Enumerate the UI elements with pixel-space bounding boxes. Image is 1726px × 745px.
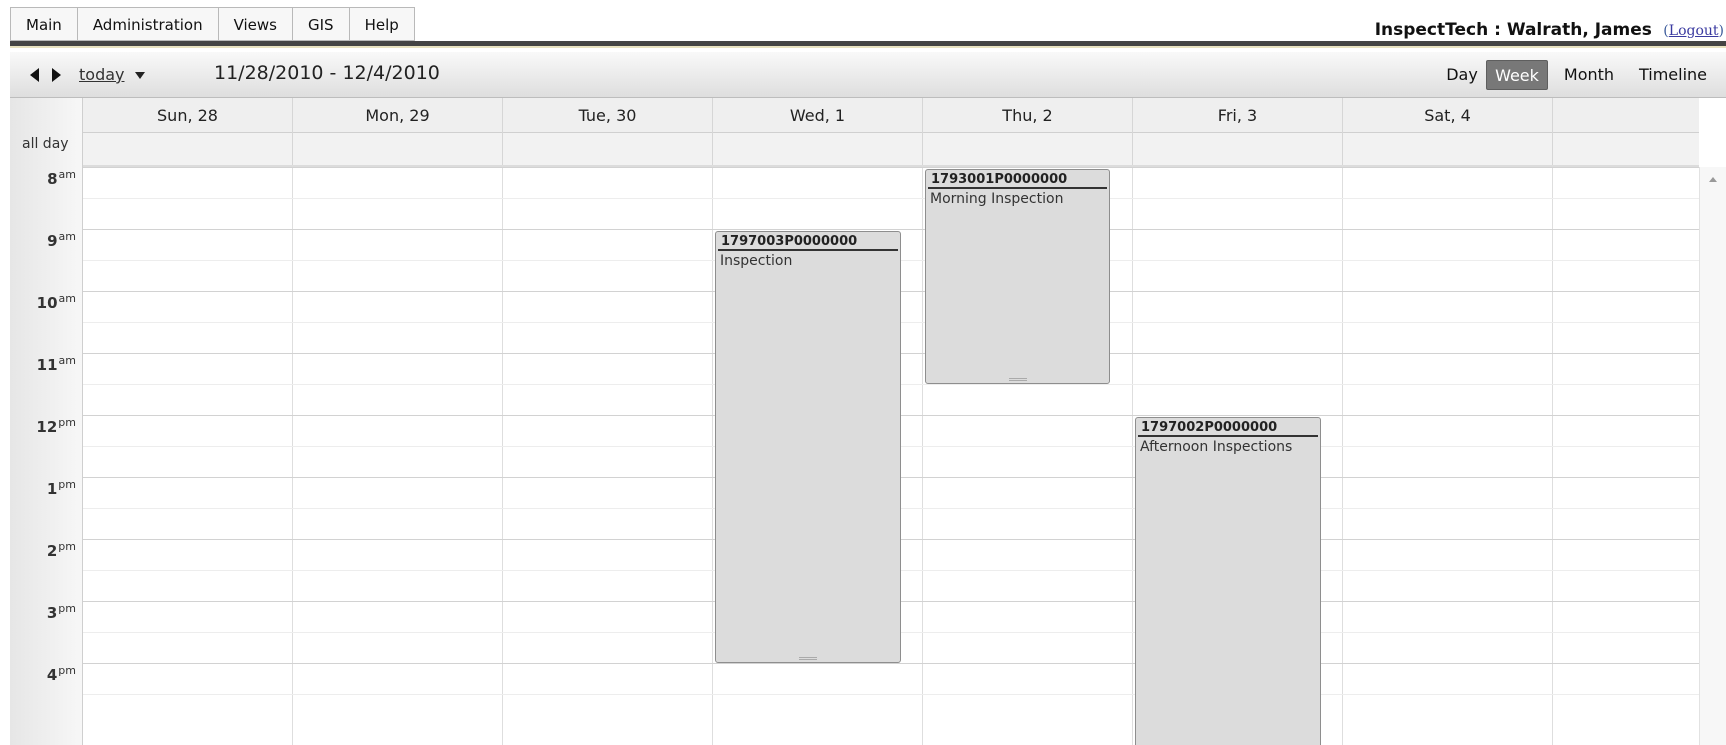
event-id: 1797003P0000000 [718, 232, 898, 251]
day-header[interactable]: Thu, 2 [923, 98, 1133, 133]
hour-suffix: pm [58, 602, 76, 615]
all-day-cell[interactable] [1133, 133, 1343, 165]
hour-number: 11 [36, 356, 58, 374]
hour-suffix: am [58, 292, 76, 305]
calendar-toolbar: today 11/28/2010 - 12/4/2010 Day Week Mo… [10, 52, 1726, 98]
date-range-title: 11/28/2010 - 12/4/2010 [214, 62, 440, 84]
calendar-event[interactable]: 1797003P0000000 Inspection [715, 231, 901, 663]
menu-views[interactable]: Views [218, 7, 293, 41]
logout-close-paren: ) [1718, 23, 1724, 39]
event-id: 1793001P0000000 [928, 170, 1107, 189]
hour-suffix: am [58, 354, 76, 367]
all-day-cell[interactable] [923, 133, 1133, 165]
event-title: Afternoon Inspections [1140, 439, 1293, 455]
all-day-row [83, 133, 1699, 167]
logout-wrapper: (Logout) [1663, 23, 1724, 39]
day-column[interactable] [83, 167, 293, 745]
hour-number: 4 [46, 666, 58, 684]
hour-label: 1pm [10, 478, 76, 498]
hour-number: 2 [46, 542, 58, 560]
day-header[interactable]: Fri, 3 [1133, 98, 1343, 133]
day-column[interactable] [293, 167, 503, 745]
main-menu-bar: Main Administration Views GIS Help [10, 7, 415, 42]
day-column[interactable] [1343, 167, 1553, 745]
prev-week-arrow-icon[interactable] [30, 68, 39, 82]
hour-suffix: am [58, 168, 76, 181]
day-column[interactable] [503, 167, 713, 745]
calendar-event[interactable]: 1797002P0000000 Afternoon Inspections [1135, 417, 1321, 745]
hour-suffix: pm [58, 478, 76, 491]
hour-label: 12pm [10, 416, 76, 436]
hour-number: 1 [46, 480, 58, 498]
app-user-name: InspectTech : Walrath, James [1374, 20, 1652, 40]
hour-number: 3 [46, 604, 58, 622]
hour-label: 10am [10, 292, 76, 312]
view-month-button[interactable]: Month [1553, 60, 1625, 90]
half-hour-gridline [83, 694, 1699, 695]
event-resize-grip-icon[interactable] [799, 657, 817, 660]
scroll-up-arrow-icon[interactable] [1709, 177, 1717, 182]
view-timeline-button[interactable]: Timeline [1631, 60, 1715, 90]
hour-suffix: pm [58, 664, 76, 677]
hour-suffix: pm [58, 540, 76, 553]
logout-link[interactable]: Logout [1669, 23, 1719, 39]
all-day-cell[interactable] [503, 133, 713, 165]
hour-label: 4pm [10, 664, 76, 684]
vertical-scrollbar[interactable] [1699, 167, 1726, 745]
day-header[interactable]: Wed, 1 [713, 98, 923, 133]
calendar-week-grid: Sun, 28 Mon, 29 Tue, 30 Wed, 1 Thu, 2 Fri, 3S… [10, 98, 1726, 745]
view-day-button[interactable]: Day [1443, 60, 1481, 90]
hour-suffix: am [58, 230, 76, 243]
hour-gridline [83, 229, 1699, 230]
view-week-button[interactable]: Week [1486, 60, 1548, 90]
hour-label: 8am [10, 168, 76, 188]
hour-label: 2pm [10, 540, 76, 560]
half-hour-gridline [83, 198, 1699, 199]
hour-label: 11am [10, 354, 76, 374]
day-header[interactable]: Tue, 30 [503, 98, 713, 133]
hour-label: 3pm [10, 602, 76, 622]
time-slots-area: 1797003P0000000 Inspection 1793001P0000000… [83, 167, 1699, 745]
menu-help[interactable]: Help [349, 7, 415, 41]
all-day-cell[interactable] [713, 133, 923, 165]
all-day-cell[interactable] [1343, 133, 1553, 165]
all-day-cell[interactable] [83, 133, 293, 165]
menu-main[interactable]: Main [10, 7, 78, 41]
day-header[interactable]: Sun, 28 [83, 98, 293, 133]
user-info: InspectTech : Walrath, James (Logout) [1375, 20, 1724, 40]
event-title: Inspection [720, 253, 793, 269]
day-header[interactable]: Mon, 29 [293, 98, 503, 133]
menu-gis[interactable]: GIS [293, 7, 350, 41]
hour-gridline [83, 663, 1699, 664]
header-divider-accent [10, 46, 1726, 48]
hour-number: 9 [47, 232, 58, 250]
day-column-headers: Sun, 28 Mon, 29 Tue, 30 Wed, 1 Thu, 2 Fri, 3S… [83, 98, 1699, 133]
hour-number: 10 [36, 294, 58, 312]
all-day-label: all day [22, 136, 69, 152]
all-day-cell[interactable] [293, 133, 503, 165]
hour-number: 12 [36, 418, 58, 436]
day-header[interactable]: Sat, 4 [1343, 98, 1553, 133]
calendar-event[interactable]: 1793001P0000000 Morning Inspection [925, 169, 1110, 384]
event-id: 1797002P0000000 [1138, 418, 1318, 437]
event-resize-grip-icon[interactable] [1008, 378, 1027, 381]
next-week-arrow-icon[interactable] [52, 68, 61, 82]
event-title: Morning Inspection [930, 191, 1064, 207]
hour-suffix: pm [58, 416, 76, 429]
today-link[interactable]: today [79, 65, 125, 84]
today-dropdown-caret-icon[interactable] [135, 72, 145, 79]
hour-label: 9am [10, 230, 76, 250]
hour-number: 8 [47, 170, 58, 188]
hour-gridline [83, 167, 1699, 168]
menu-administration[interactable]: Administration [77, 7, 219, 41]
